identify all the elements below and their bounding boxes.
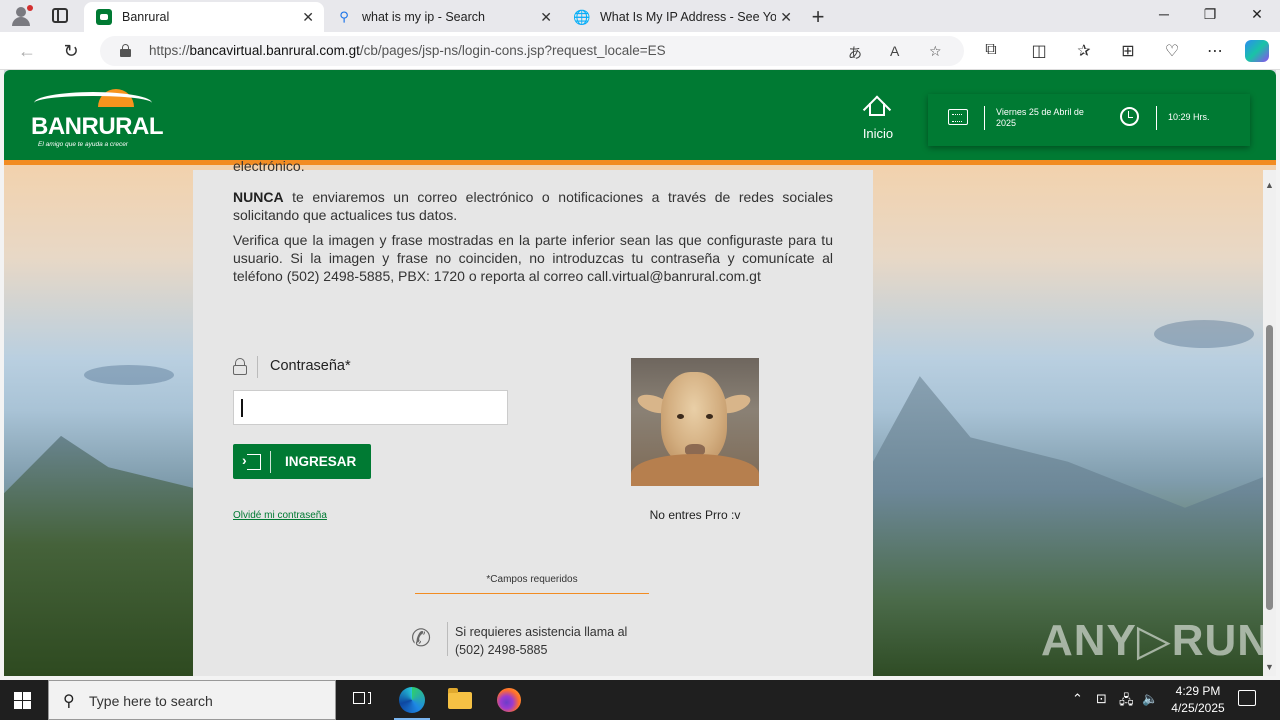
tab-search[interactable]: ⚲ what is my ip - Search ✕ bbox=[324, 2, 562, 32]
login-panel: electrónico. NUNCA te enviaremos un corr… bbox=[193, 158, 873, 676]
file-explorer-icon[interactable] bbox=[446, 686, 474, 714]
collections-icon[interactable]: ⊞ bbox=[1117, 41, 1139, 61]
windows-taskbar: ⚲ Type here to search ⌃ ⊡ 🖧 🔈 4:29 PM 4/… bbox=[0, 680, 1280, 720]
device-icon[interactable]: ⊡ bbox=[1096, 691, 1107, 707]
lock-icon[interactable] bbox=[120, 44, 131, 57]
logo-swoosh bbox=[34, 92, 152, 114]
notice-paragraph-2: Verifica que la imagen y frase mostradas… bbox=[233, 232, 833, 284]
close-icon[interactable]: ✕ bbox=[780, 9, 792, 26]
taskbar-search-placeholder: Type here to search bbox=[89, 693, 213, 709]
ingresar-label: INGRESAR bbox=[285, 454, 357, 469]
logo-text: BANRURAL bbox=[31, 113, 163, 140]
required-fields-note: *Campos requeridos bbox=[486, 574, 578, 585]
globe-favicon-icon: 🌐 bbox=[573, 8, 591, 25]
current-time: 10:29 Hrs. bbox=[1168, 112, 1210, 122]
chevron-up-icon[interactable]: ⌃ bbox=[1072, 691, 1083, 707]
browser-toolbar: ← ↻ https://bancavirtual.banrural.com.gt… bbox=[0, 32, 1280, 70]
ingresar-button[interactable]: INGRESAR bbox=[233, 444, 371, 479]
browser-tabstrip: Banrural ✕ ⚲ what is my ip - Search ✕ 🌐 … bbox=[0, 0, 1280, 32]
security-image-sheep bbox=[631, 358, 759, 486]
notification-icon[interactable] bbox=[1238, 690, 1256, 706]
extensions-icon[interactable]: ⧉ bbox=[980, 41, 1002, 59]
refresh-button[interactable]: ↻ bbox=[60, 41, 82, 62]
maximize-button[interactable]: ❐ bbox=[1200, 6, 1220, 23]
page-scrollbar[interactable]: ▲ ▼ bbox=[1263, 170, 1276, 676]
tab-whatismyip[interactable]: 🌐 What Is My IP Address - See Your ✕ bbox=[562, 2, 802, 32]
address-bar[interactable]: https://bancavirtual.banrural.com.gt/cb/… bbox=[100, 36, 964, 66]
banrural-favicon-icon bbox=[96, 9, 112, 25]
scrollbar-thumb[interactable] bbox=[1266, 325, 1273, 610]
password-input[interactable] bbox=[233, 390, 508, 425]
lock-icon bbox=[233, 358, 247, 376]
date-time-box: Viernes 25 de Abril de 2025 10:29 Hrs. bbox=[928, 94, 1250, 146]
scroll-up-icon[interactable]: ▲ bbox=[1265, 180, 1274, 190]
home-link[interactable]: Inicio bbox=[853, 126, 903, 141]
current-date: Viernes 25 de Abril de 2025 bbox=[996, 107, 1084, 128]
divider bbox=[257, 356, 258, 378]
phone-icon: ✆ bbox=[411, 625, 432, 652]
password-label: Contraseña* bbox=[270, 358, 351, 374]
assistance-text: Si requieres asistencia llama al (502) 2… bbox=[455, 625, 628, 657]
divider bbox=[1156, 106, 1157, 130]
text-caret bbox=[241, 399, 243, 417]
divider bbox=[447, 622, 448, 656]
firefox-icon[interactable] bbox=[495, 686, 523, 714]
translate-icon[interactable]: あ bbox=[848, 43, 862, 63]
anyrun-watermark-logo: ANY▷RUN bbox=[1041, 616, 1271, 665]
back-button[interactable]: ← bbox=[16, 41, 38, 62]
copilot-icon[interactable] bbox=[1245, 40, 1269, 62]
tab-title: what is my ip - Search bbox=[362, 10, 485, 24]
edge-browser-icon[interactable] bbox=[394, 686, 430, 720]
notice-cut-text: electrónico. bbox=[233, 158, 305, 174]
network-icon[interactable]: 🖧 bbox=[1119, 691, 1134, 713]
login-enter-icon bbox=[242, 452, 261, 470]
favorites-icon[interactable]: ✰ bbox=[1073, 41, 1095, 61]
site-header: BANRURAL El amigo que te ayuda a crecer … bbox=[4, 70, 1276, 165]
notice-paragraph-1: NUNCA te enviaremos un correo electrónic… bbox=[233, 189, 833, 223]
scroll-down-icon[interactable]: ▼ bbox=[1265, 662, 1274, 672]
close-window-button[interactable]: ✕ bbox=[1247, 6, 1267, 23]
close-icon[interactable]: ✕ bbox=[540, 9, 552, 26]
url-text[interactable]: https://bancavirtual.banrural.com.gt/cb/… bbox=[149, 43, 666, 58]
favorite-star-icon[interactable]: ☆ bbox=[929, 43, 942, 60]
taskbar-clock[interactable]: 4:29 PM 4/25/2025 bbox=[1158, 683, 1238, 717]
close-icon[interactable]: ✕ bbox=[302, 9, 314, 26]
task-view-icon[interactable] bbox=[350, 686, 378, 714]
tab-actions-icon[interactable] bbox=[52, 8, 68, 23]
calendar-icon bbox=[948, 109, 968, 125]
tab-title: What Is My IP Address - See Your bbox=[600, 10, 776, 24]
logo-tagline: El amigo que te ayuda a crecer bbox=[38, 141, 128, 148]
cloud bbox=[84, 365, 174, 385]
windows-start-icon[interactable] bbox=[14, 692, 32, 709]
tab-title: Banrural bbox=[122, 10, 170, 24]
volume-icon[interactable]: 🔈 bbox=[1142, 691, 1158, 707]
new-tab-button[interactable]: + bbox=[808, 4, 828, 30]
minimize-button[interactable]: ─ bbox=[1154, 6, 1174, 22]
security-phrase: No entres Prro :v bbox=[649, 508, 741, 522]
tab-banrural[interactable]: Banrural ✕ bbox=[84, 2, 324, 32]
home-icon[interactable] bbox=[860, 94, 894, 124]
search-icon: ⚲ bbox=[63, 693, 75, 710]
divider bbox=[984, 106, 985, 130]
browser-essentials-icon[interactable]: ♡ bbox=[1161, 41, 1183, 61]
clock-date: 4/25/2025 bbox=[1171, 701, 1225, 715]
split-screen-icon[interactable]: ◫ bbox=[1028, 41, 1050, 61]
clock-time: 4:29 PM bbox=[1175, 684, 1221, 698]
taskbar-search-box[interactable]: ⚲ Type here to search bbox=[48, 680, 336, 720]
clock-icon bbox=[1120, 107, 1139, 126]
read-aloud-icon[interactable]: A bbox=[890, 43, 899, 59]
profile-icon[interactable] bbox=[8, 4, 34, 28]
web-page: BANRURAL El amigo que te ayuda a crecer … bbox=[4, 70, 1276, 676]
banrural-logo[interactable]: BANRURAL El amigo que te ayuda a crecer bbox=[28, 86, 163, 150]
settings-more-icon[interactable]: ⋯ bbox=[1204, 41, 1226, 61]
forgot-password-link[interactable]: Olvidé mi contraseña bbox=[233, 510, 327, 521]
search-favicon-icon: ⚲ bbox=[339, 9, 349, 24]
divider bbox=[415, 593, 649, 594]
cloud bbox=[1154, 320, 1254, 348]
